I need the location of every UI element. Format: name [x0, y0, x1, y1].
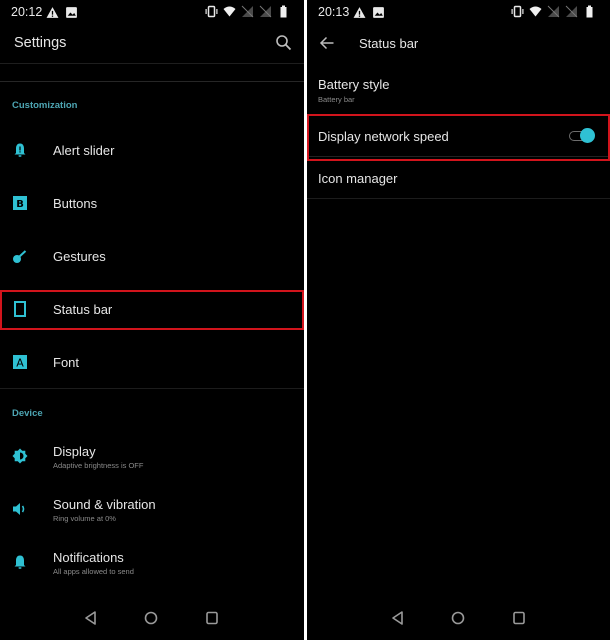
settings-item-notifications[interactable]: Notifications All apps allowed to send	[0, 536, 304, 588]
bell-icon	[14, 555, 26, 569]
pref-title: Battery style	[318, 77, 390, 92]
status-bar: 20:12	[0, 0, 304, 24]
settings-item-gestures[interactable]: Gestures	[0, 230, 304, 282]
vibrate-icon	[511, 5, 524, 18]
gestures-icon	[13, 250, 27, 263]
divider	[307, 156, 610, 157]
alert-slider-icon	[14, 143, 26, 157]
status-time: 20:13	[318, 5, 350, 19]
battery-icon	[586, 5, 593, 18]
font-icon: A	[13, 355, 27, 370]
navigation-bar	[307, 596, 610, 640]
pref-display-network-speed[interactable]: Display network speed	[307, 114, 610, 160]
divider	[307, 198, 610, 199]
back-arrow-icon[interactable]	[319, 35, 335, 51]
divider	[0, 388, 304, 389]
settings-item-title: Sound & vibration	[53, 497, 156, 512]
search-icon[interactable]	[274, 33, 294, 53]
settings-item-sound-vibration[interactable]: Sound & vibration Ring volume at 0%	[0, 483, 304, 535]
page-title: Status bar	[359, 36, 419, 51]
settings-item-font[interactable]: A Font	[0, 336, 304, 388]
settings-item-title: Display	[53, 444, 96, 459]
status-bar: 20:13	[307, 0, 610, 24]
battery-icon	[280, 5, 287, 18]
settings-item-title: Status bar	[53, 302, 113, 317]
brightness-icon	[12, 448, 28, 464]
network-speed-toggle[interactable]	[569, 128, 595, 144]
pref-battery-style[interactable]: Battery style Battery bar	[307, 68, 610, 112]
pref-subtitle: Battery bar	[318, 95, 355, 104]
image-icon	[373, 7, 384, 18]
settings-item-display[interactable]: Display Adaptive brightness is OFF	[0, 430, 304, 482]
image-icon	[66, 7, 77, 18]
status-bar-icon	[14, 301, 26, 317]
section-header-device: Device	[12, 408, 43, 419]
buttons-icon: B	[13, 196, 27, 210]
svg-text:A: A	[16, 357, 24, 370]
divider	[0, 63, 304, 64]
navigation-bar	[0, 596, 304, 640]
svg-text:B: B	[16, 199, 24, 210]
settings-item-subtitle: All apps allowed to send	[53, 567, 134, 576]
pref-title: Display network speed	[318, 129, 449, 144]
settings-item-subtitle: Ring volume at 0%	[53, 514, 116, 523]
pref-title: Icon manager	[318, 171, 398, 186]
wifi-icon	[529, 6, 542, 17]
warning-icon	[353, 7, 366, 18]
settings-item-title: Buttons	[53, 196, 98, 211]
warning-icon	[46, 7, 59, 18]
no-sim-icon	[547, 5, 560, 18]
vibrate-icon	[205, 5, 218, 18]
section-header-customization: Customization	[12, 100, 78, 111]
back-icon[interactable]	[83, 610, 99, 626]
back-icon[interactable]	[390, 610, 406, 626]
home-icon[interactable]	[143, 610, 159, 626]
settings-item-status-bar[interactable]: Status bar	[0, 283, 304, 335]
home-icon[interactable]	[450, 610, 466, 626]
no-sim-icon	[259, 5, 272, 18]
settings-item-alert-slider[interactable]: Alert slider	[0, 124, 304, 176]
status-time: 20:12	[11, 5, 43, 19]
settings-item-title: Notifications	[53, 550, 124, 565]
divider	[0, 81, 304, 82]
volume-icon	[13, 503, 25, 515]
toggle-thumb	[580, 128, 595, 143]
settings-item-title: Font	[53, 355, 80, 370]
wifi-icon	[223, 6, 236, 17]
recents-icon[interactable]	[511, 610, 527, 626]
settings-item-title: Gestures	[53, 249, 106, 264]
settings-item-title: Alert slider	[53, 143, 115, 158]
no-sim-icon	[565, 5, 578, 18]
settings-screen: 20:12 Settings Customization Alert slide…	[0, 0, 304, 640]
status-bar-settings-screen: 20:13 Status bar Battery style Battery b…	[307, 0, 610, 640]
settings-item-subtitle: Adaptive brightness is OFF	[53, 461, 144, 470]
no-sim-icon	[241, 5, 254, 18]
recents-icon[interactable]	[204, 610, 220, 626]
page-title: Settings	[14, 35, 67, 51]
settings-item-buttons[interactable]: B Buttons	[0, 177, 304, 229]
pref-icon-manager[interactable]: Icon manager	[307, 162, 610, 198]
